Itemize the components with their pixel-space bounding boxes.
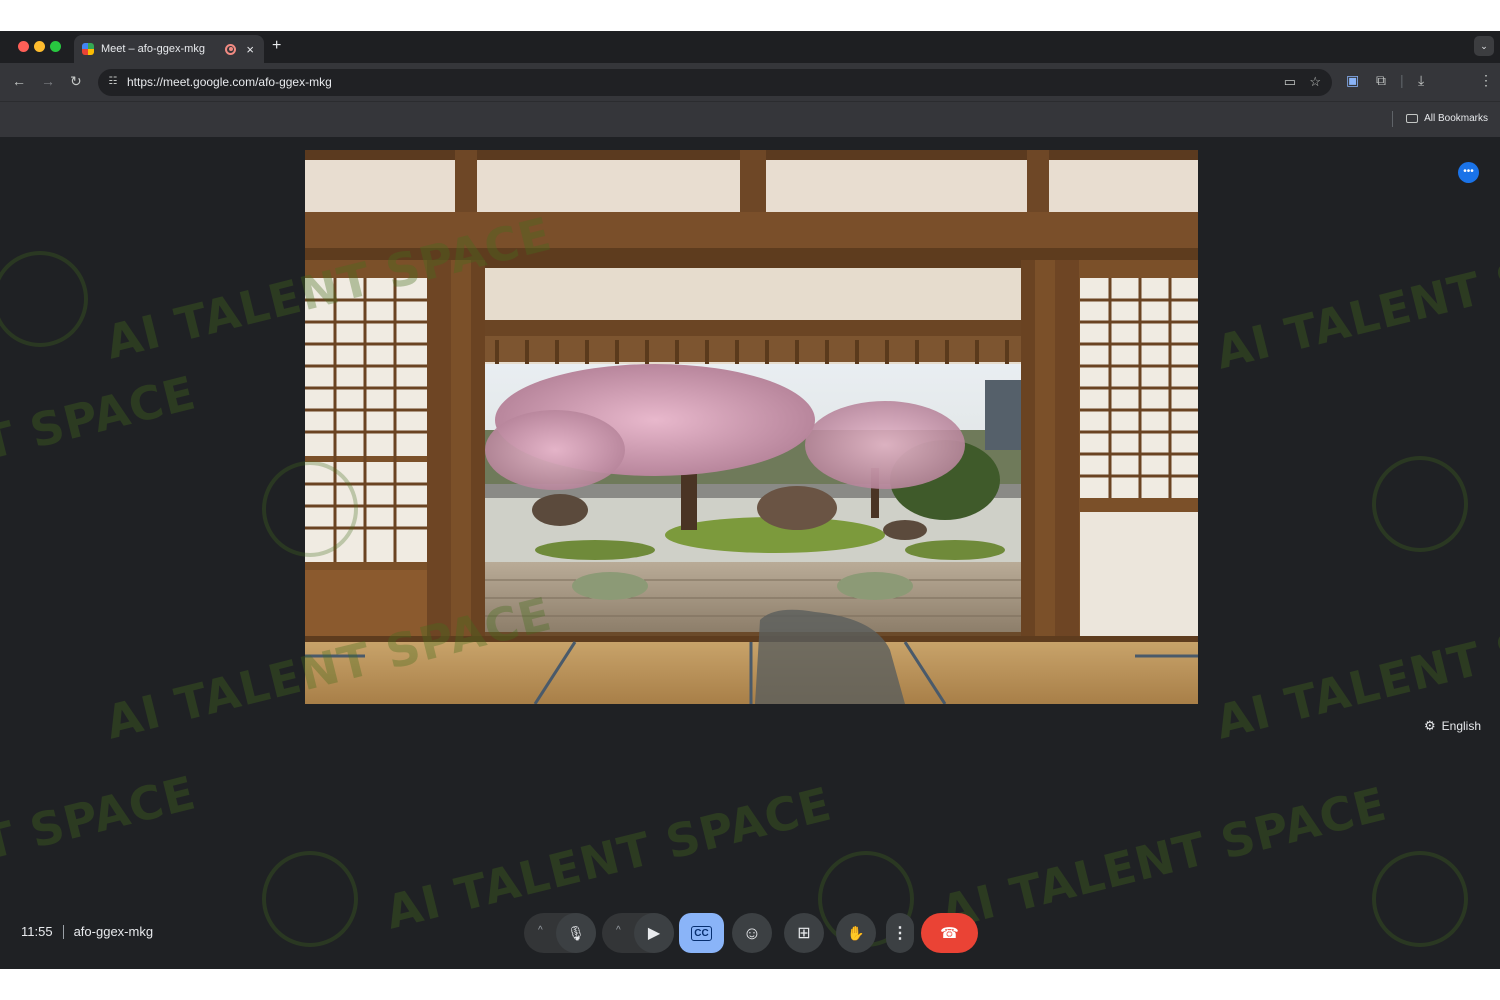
tab-title: Meet – afo-ggex-mkg [101, 43, 205, 55]
tab-meet[interactable]: Meet – afo-ggex-mkg × [74, 35, 264, 63]
recording-indicator-icon [225, 43, 237, 55]
close-window-button[interactable] [18, 41, 29, 52]
address-bar[interactable]: ☷ https://meet.google.com/afo-ggex-mkg ▭… [98, 69, 1332, 96]
hand-icon: ✋ [847, 924, 865, 941]
more-options-bubble[interactable]: ••• [1458, 162, 1479, 183]
new-tab-button[interactable]: + [272, 37, 281, 55]
tab-close-button[interactable]: × [246, 42, 254, 57]
site-info-icon[interactable]: ☷ [106, 75, 120, 89]
meeting-time: 11:55 [21, 924, 53, 939]
hang-up-icon: ☎ [940, 925, 959, 942]
extensions-icon[interactable]: ⧉ [1376, 72, 1386, 89]
bookmark-star-icon[interactable]: ☆ [1309, 74, 1321, 90]
watermark-logo-icon [1372, 456, 1468, 552]
present-button[interactable]: ⊞ [784, 913, 824, 953]
watermark-text: AI TALENT SPACE [935, 776, 1392, 940]
toolbar-divider: | [1400, 72, 1404, 88]
browser-menu-icon[interactable]: ⋮ [1479, 72, 1493, 89]
watermark-text: AI TALENT SPACE [380, 776, 837, 940]
caption-language-button[interactable]: ⚙ English [1424, 718, 1481, 734]
tab-search-button[interactable]: ⌄ [1474, 36, 1494, 56]
meet-favicon-icon [82, 43, 94, 55]
camera-icon: ▶ [647, 925, 661, 942]
camera-button[interactable]: ▶ [634, 913, 674, 953]
video-control-group: ^ ▶ [602, 913, 674, 953]
sidebar-icon[interactable]: ▣ [1346, 72, 1359, 89]
watermark-logo-icon [0, 251, 88, 347]
reactions-button[interactable]: ☺ [732, 913, 772, 953]
all-bookmarks-button[interactable]: All Bookmarks [1406, 113, 1488, 124]
microphone-button[interactable]: 🎙 [556, 913, 596, 953]
gear-icon: ⚙ [1424, 718, 1436, 733]
meeting-details: 11:55 afo-ggex-mkg [21, 924, 153, 939]
caption-language-label: English [1441, 719, 1482, 733]
captions-icon: CC [691, 925, 712, 941]
back-button[interactable]: ← [12, 73, 26, 89]
download-icon[interactable]: ⤓ [1418, 72, 1424, 89]
url-text[interactable]: https://meet.google.com/afo-ggex-mkg [127, 75, 332, 89]
more-vert-icon: ⋮ [892, 925, 908, 942]
forward-button[interactable]: → [41, 73, 55, 89]
video-options-button[interactable]: ^ [616, 925, 621, 936]
bookmarks-divider [1392, 111, 1393, 127]
folder-icon [1406, 114, 1419, 123]
tab-strip: Meet – afo-ggex-mkg × + ⌄ [0, 31, 1500, 63]
browser-toolbar: ← → ↻ ☷ https://meet.google.com/afo-ggex… [0, 63, 1500, 101]
participant-video-tile [305, 150, 1198, 704]
meeting-info-divider [62, 924, 64, 939]
emoji-icon: ☺ [742, 922, 762, 943]
watermark-text: AI TALENT SPACE [1210, 216, 1500, 380]
watermark-logo-icon [262, 851, 358, 947]
captions-button[interactable]: CC [679, 913, 724, 953]
present-screen-icon: ⊞ [797, 925, 811, 942]
minimize-window-button[interactable] [34, 41, 45, 52]
reload-button[interactable]: ↻ [70, 73, 82, 90]
leave-call-button[interactable]: ☎ [921, 913, 978, 953]
audio-options-button[interactable]: ^ [538, 925, 543, 936]
all-bookmarks-label: All Bookmarks [1424, 113, 1488, 124]
camera-in-use-icon[interactable]: ▭ [1284, 74, 1296, 90]
raise-hand-button[interactable]: ✋ [836, 913, 876, 953]
watermark-text: T SPACE [0, 765, 202, 871]
virtual-background-image [305, 150, 1198, 704]
browser-window: Meet – afo-ggex-mkg × + ⌄ ← → ↻ ☷ https:… [0, 31, 1500, 969]
meeting-code[interactable]: afo-ggex-mkg [74, 924, 153, 939]
more-options-button[interactable]: ⋮ [886, 913, 914, 953]
bookmarks-bar: All Bookmarks [0, 101, 1500, 137]
watermark-text: T SPACE [0, 365, 202, 471]
audio-control-group: ^ 🎙 [524, 913, 596, 953]
zoom-window-button[interactable] [50, 41, 61, 52]
microphone-icon: 🎙 [567, 924, 585, 941]
watermark-logo-icon [1372, 851, 1468, 947]
